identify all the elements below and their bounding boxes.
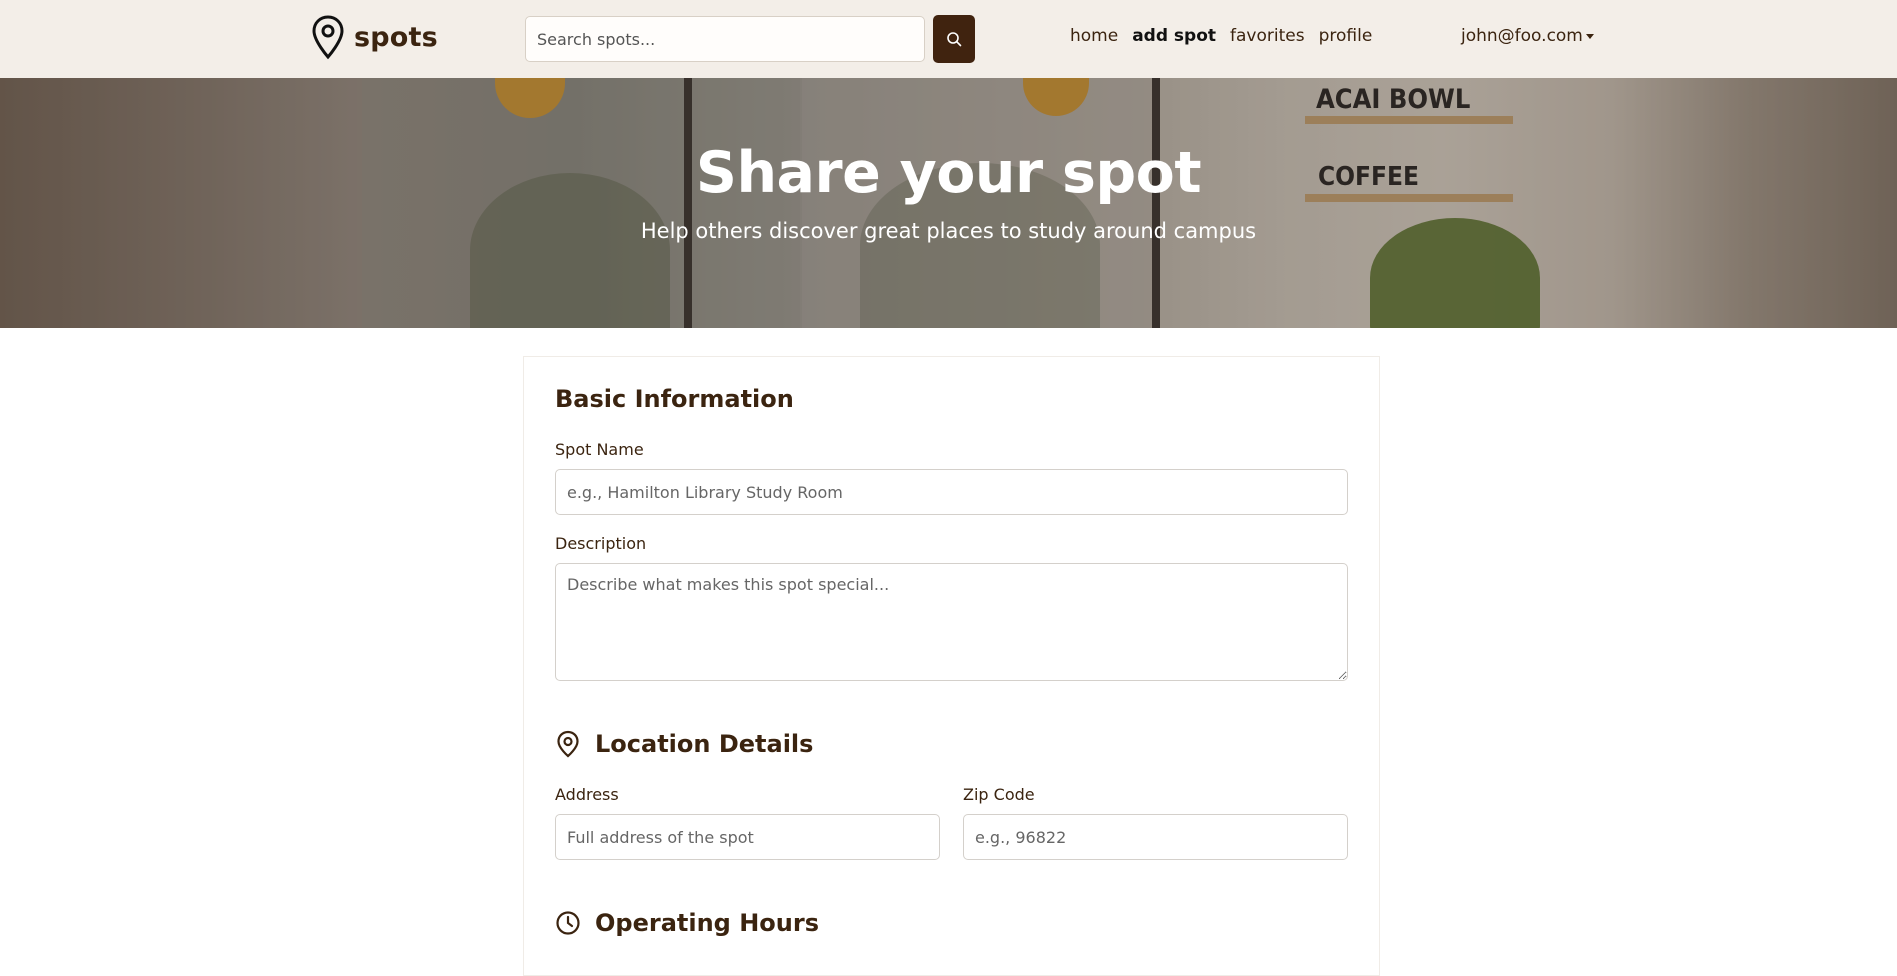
navbar: spots home add spot favorites profile jo… — [0, 0, 1897, 78]
add-spot-form: Basic Information Spot Name Description … — [523, 356, 1380, 976]
hero-banner: ACAI BOWL COFFEE Share your spot Help ot… — [0, 78, 1897, 328]
search-button[interactable] — [933, 15, 975, 63]
hero-title: Share your spot — [695, 140, 1202, 206]
address-input[interactable] — [555, 814, 940, 860]
section-title-text: Operating Hours — [595, 909, 819, 937]
map-pin-icon — [312, 15, 344, 60]
nav-link-add-spot[interactable]: add spot — [1132, 26, 1216, 46]
user-menu-dropdown[interactable]: john@foo.com — [1461, 26, 1594, 46]
user-email: john@foo.com — [1461, 26, 1583, 46]
section-title-text: Location Details — [595, 730, 814, 758]
section-title-hours: Operating Hours — [555, 909, 819, 937]
address-label: Address — [555, 785, 619, 804]
description-label: Description — [555, 534, 647, 553]
brand-name: spots — [354, 21, 438, 53]
spot-name-label: Spot Name — [555, 440, 644, 459]
hero-subtitle: Help others discover great places to stu… — [640, 219, 1257, 243]
spot-name-input[interactable] — [555, 469, 1348, 515]
section-title-basic: Basic Information — [555, 385, 794, 413]
zip-code-input[interactable] — [963, 814, 1348, 860]
nav-link-home[interactable]: home — [1070, 26, 1118, 46]
brand-logo[interactable]: spots — [310, 14, 438, 60]
section-title-location: Location Details — [555, 730, 813, 758]
nav-links: home add spot favorites profile — [1070, 26, 1372, 46]
section-title-text: Basic Information — [555, 385, 794, 413]
search-icon — [947, 32, 962, 47]
caret-down-icon — [1585, 33, 1594, 39]
clock-icon — [556, 911, 580, 935]
search-input[interactable] — [525, 16, 925, 62]
map-pin-icon — [557, 730, 579, 758]
zip-code-label: Zip Code — [963, 785, 1035, 804]
nav-link-profile[interactable]: profile — [1319, 26, 1373, 46]
sign-text: ACAI BOWL — [1316, 84, 1471, 115]
description-textarea[interactable] — [555, 563, 1348, 681]
nav-link-favorites[interactable]: favorites — [1230, 26, 1305, 46]
